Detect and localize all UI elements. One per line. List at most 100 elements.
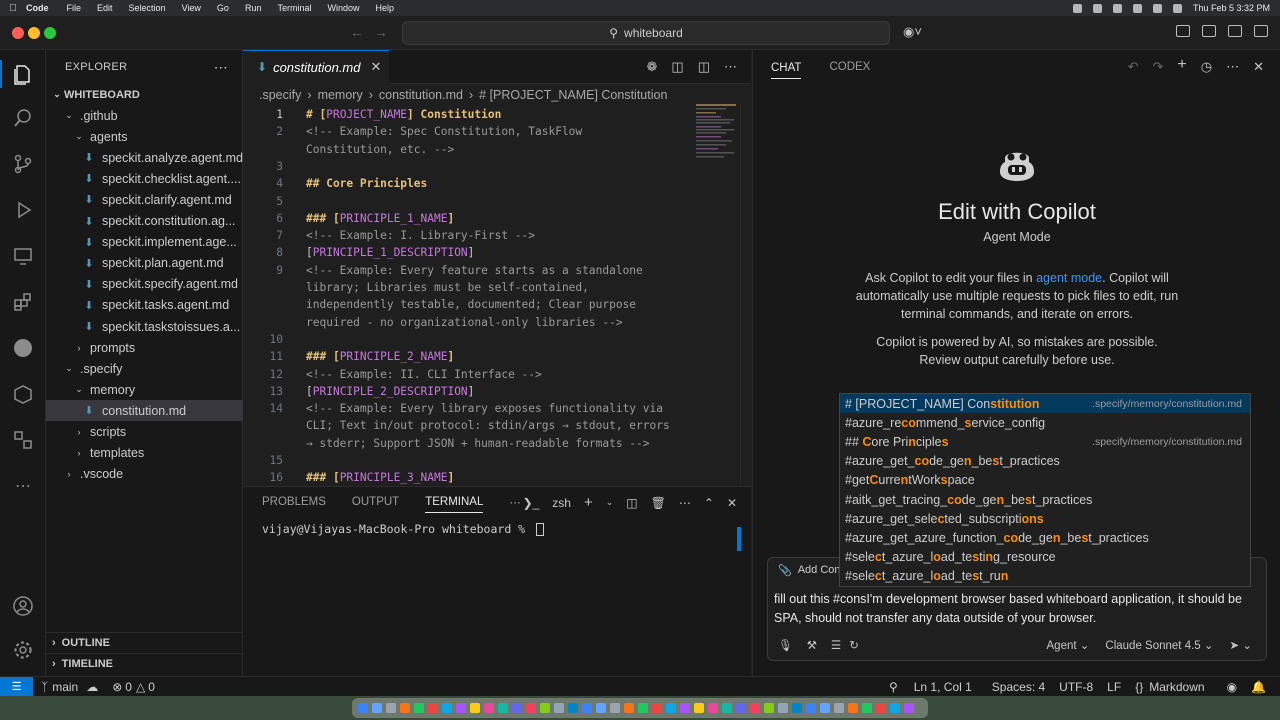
file-item[interactable]: ⬇ speckit.clarify.agent.md <box>46 189 243 210</box>
autocomplete-item[interactable]: # [PROJECT_NAME] Constitution .specify/me… <box>840 394 1250 414</box>
dock-app-icon[interactable] <box>414 703 424 713</box>
copilot-icon[interactable]: ❁ <box>647 59 658 75</box>
remote-explorer-icon[interactable] <box>11 244 35 268</box>
tools-icon[interactable]: ⚒ <box>807 638 817 652</box>
add-context-button[interactable]: 📎 Add Con <box>778 564 841 577</box>
sync-icon[interactable]: ☁ <box>86 680 98 694</box>
minimap[interactable] <box>696 104 736 164</box>
tab-terminal[interactable]: TERMINAL <box>425 491 484 513</box>
cursor-position[interactable]: Ln 1, Col 1 <box>914 680 972 694</box>
dock-app-icon[interactable] <box>820 703 830 713</box>
dock-app-icon[interactable] <box>652 703 662 713</box>
send-icon[interactable]: ➤ ⌄ <box>1230 638 1252 652</box>
explorer-icon[interactable] <box>11 62 35 86</box>
control-center-icon[interactable] <box>1172 3 1182 13</box>
dock-app-icon[interactable] <box>596 703 606 713</box>
file-item[interactable]: ⬇ speckit.checklist.agent.... <box>46 168 243 189</box>
folder-item[interactable]: ⌄ agents <box>46 126 243 147</box>
warning-count[interactable]: 0 <box>148 680 155 694</box>
language-mode[interactable]: Markdown <box>1149 680 1204 694</box>
tray-icon[interactable] <box>1072 3 1082 13</box>
trash-icon[interactable]: 🗑 <box>651 496 666 510</box>
folder-item[interactable]: › prompts <box>46 337 243 358</box>
dock-app-icon[interactable] <box>876 703 886 713</box>
toggle-panel-icon[interactable] <box>1228 25 1242 37</box>
source-control-icon[interactable] <box>11 152 35 176</box>
folder-item[interactable]: ⌄ .specify <box>46 358 243 379</box>
dock-app-icon[interactable] <box>442 703 452 713</box>
dock-app-icon[interactable] <box>526 703 536 713</box>
autocomplete-item[interactable]: #select_azure_load_test_run <box>840 567 1250 586</box>
dock-app-icon[interactable] <box>554 703 564 713</box>
tab-codex[interactable]: CODEX <box>829 61 870 73</box>
autocomplete-item[interactable]: #select_azure_load_testing_resource <box>840 548 1250 567</box>
dock-app-icon[interactable] <box>708 703 718 713</box>
indentation[interactable]: Spaces: 4 <box>992 680 1045 694</box>
apple-icon[interactable]:  <box>0 3 26 14</box>
autocomplete-item[interactable]: #azure_get_selected_subscriptions <box>840 509 1250 528</box>
history-icon[interactable]: ◷ <box>1201 59 1212 75</box>
dock-app-icon[interactable] <box>694 703 704 713</box>
menu-edit[interactable]: Edit <box>97 3 113 13</box>
agent-mode-picker[interactable]: Agent ⌄ <box>1047 638 1090 652</box>
dock-app-icon[interactable] <box>456 703 466 713</box>
more-icon[interactable]: ⋯ <box>11 474 35 498</box>
close-window-button[interactable] <box>12 27 24 39</box>
dock-app-icon[interactable] <box>372 703 382 713</box>
back-arrow-icon[interactable]: ← <box>350 24 364 40</box>
copilot-icon[interactable]: ◉˅ <box>903 24 922 40</box>
open-preview-icon[interactable]: ◫ <box>671 59 683 75</box>
microphone-icon[interactable]: 🎙 <box>778 638 793 652</box>
wifi-icon[interactable] <box>1132 3 1142 13</box>
folder-item[interactable]: › templates <box>46 443 243 464</box>
settings-gear-icon[interactable] <box>11 638 35 662</box>
split-terminal-icon[interactable]: ◫ <box>626 496 637 510</box>
notifications-icon[interactable]: 🔔 <box>1251 680 1266 694</box>
dock-app-icon[interactable] <box>498 703 508 713</box>
toggle-secondary-sidebar-icon[interactable] <box>1254 25 1268 37</box>
folder-item[interactable]: › scripts <box>46 422 243 443</box>
file-item[interactable]: ⬇ speckit.specify.agent.md <box>46 274 243 295</box>
file-item[interactable]: ⬇ constitution.md <box>46 400 243 422</box>
maximize-panel-icon[interactable]: ⌃ <box>704 496 714 510</box>
tab-chat[interactable]: CHAT <box>771 56 802 79</box>
zoom-window-button[interactable] <box>44 27 56 39</box>
autocomplete-item[interactable]: #azure_get_code_gen_best_practices <box>840 452 1250 471</box>
menu-file[interactable]: File <box>67 3 82 13</box>
more-actions-icon[interactable]: ⋯ <box>1226 59 1239 75</box>
testing-icon[interactable] <box>11 428 35 452</box>
new-terminal-icon[interactable]: + <box>584 494 593 511</box>
chat-input[interactable]: fill out this #consI'm development brows… <box>774 590 1244 628</box>
new-chat-icon[interactable]: + <box>1177 56 1186 75</box>
folder-item[interactable]: ⌄ memory <box>46 379 243 400</box>
account-icon[interactable] <box>11 594 35 618</box>
dock-app-icon[interactable] <box>470 703 480 713</box>
menu-go[interactable]: Go <box>217 3 229 13</box>
dock-app-icon[interactable] <box>764 703 774 713</box>
search-icon[interactable] <box>11 106 35 130</box>
copilot-status-icon[interactable]: ◉ <box>1227 680 1237 694</box>
close-icon[interactable]: ✕ <box>1253 59 1264 75</box>
dock-app-icon[interactable] <box>428 703 438 713</box>
run-debug-icon[interactable] <box>11 198 35 222</box>
file-item[interactable]: ⬇ speckit.tasks.agent.md <box>46 295 243 316</box>
workspace-root[interactable]: ⌄ WHITEBOARD <box>46 84 243 105</box>
extensions-icon[interactable] <box>11 290 35 314</box>
containers-icon[interactable] <box>11 382 35 406</box>
search-icon[interactable] <box>1152 3 1162 13</box>
terminal-output[interactable]: vijay@Vijayas-MacBook-Pro whiteboard % <box>262 522 545 536</box>
tab-problems[interactable]: PROBLEMS <box>262 496 326 508</box>
remote-indicator[interactable]: ☰ <box>0 676 33 697</box>
model-picker[interactable]: Claude Sonnet 4.5 ⌄ <box>1105 638 1213 652</box>
timeline-section[interactable]: › TIMELINE <box>46 653 243 674</box>
dock-app-icon[interactable] <box>750 703 760 713</box>
undo-icon[interactable]: ↶ <box>1128 59 1139 75</box>
dock-app-icon[interactable] <box>680 703 690 713</box>
folder-item[interactable]: › .vscode <box>46 464 243 485</box>
menu-view[interactable]: View <box>182 3 201 13</box>
more-actions-icon[interactable]: ⋯ <box>214 59 228 76</box>
breadcrumb-item[interactable]: .specify <box>259 88 301 102</box>
command-center[interactable]: ⚲ whiteboard <box>402 21 890 45</box>
dock-app-icon[interactable] <box>722 703 732 713</box>
breadcrumb-item[interactable]: memory <box>318 88 363 102</box>
